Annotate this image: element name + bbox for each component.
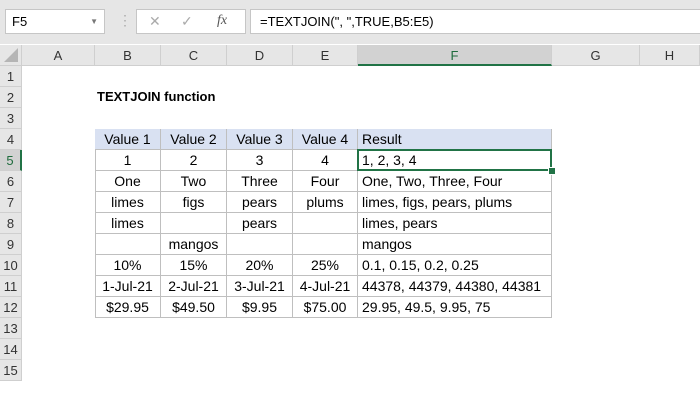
table-cell[interactable]: 2-Jul-21 [161, 276, 227, 297]
row-header-15[interactable]: 15 [0, 360, 22, 381]
table-cell[interactable]: $75.00 [293, 297, 358, 318]
table-cell[interactable]: 15% [161, 255, 227, 276]
table-cell[interactable]: 4-Jul-21 [293, 276, 358, 297]
table-header-cell[interactable]: Value 4 [293, 129, 358, 150]
formula-input[interactable]: =TEXTJOIN(", ",TRUE,B5:E5) [250, 9, 700, 34]
table-cell[interactable]: 2 [161, 150, 227, 171]
column-header-G[interactable]: G [552, 45, 640, 66]
row-header-5[interactable]: 5 [0, 150, 22, 171]
column-header-A[interactable]: A [22, 45, 95, 66]
row-header-2[interactable]: 2 [0, 87, 22, 108]
fill-handle[interactable] [548, 167, 556, 175]
table-header-cell[interactable]: Value 3 [227, 129, 293, 150]
table-cell[interactable]: pears [227, 213, 293, 234]
select-all-button[interactable] [0, 45, 22, 66]
formula-bar-area: F5 ▼ ⋮ ✕ ✓ fx =TEXTJOIN(", ",TRUE,B5:E5) [0, 0, 700, 44]
table-cell[interactable]: 1 [95, 150, 161, 171]
table-cell[interactable]: 3 [227, 150, 293, 171]
table-cell[interactable]: 20% [227, 255, 293, 276]
table-cell[interactable]: Three [227, 171, 293, 192]
result-cell[interactable]: 0.1, 0.15, 0.2, 0.25 [358, 255, 552, 276]
table-cell[interactable]: 3-Jul-21 [227, 276, 293, 297]
row-header-10[interactable]: 10 [0, 255, 22, 276]
table-cell[interactable] [95, 234, 161, 255]
result-cell[interactable]: limes, figs, pears, plums [358, 192, 552, 213]
select-all-icon [4, 48, 18, 62]
row-header-12[interactable]: 12 [0, 297, 22, 318]
result-cell[interactable]: mangos [358, 234, 552, 255]
chevron-down-icon[interactable]: ▼ [90, 10, 98, 33]
row-header-7[interactable]: 7 [0, 192, 22, 213]
column-header-E[interactable]: E [293, 45, 358, 66]
fx-icon[interactable]: fx [217, 13, 227, 29]
table-cell[interactable]: limes [95, 213, 161, 234]
enter-icon[interactable]: ✓ [181, 13, 193, 30]
drag-handle-icon[interactable]: ⋮ [118, 12, 132, 29]
table-cell[interactable]: Four [293, 171, 358, 192]
row-header-1[interactable]: 1 [0, 66, 22, 87]
result-cell[interactable]: One, Two, Three, Four [358, 171, 552, 192]
table-cell[interactable]: 1-Jul-21 [95, 276, 161, 297]
row-header-3[interactable]: 3 [0, 108, 22, 129]
cancel-icon[interactable]: ✕ [149, 13, 161, 30]
formula-buttons: ✕ ✓ fx [136, 9, 246, 34]
table-cell[interactable]: limes [95, 192, 161, 213]
column-header-B[interactable]: B [95, 45, 161, 66]
table-header-cell[interactable]: Result [358, 129, 552, 150]
table-cell[interactable]: pears [227, 192, 293, 213]
table-cell[interactable]: mangos [161, 234, 227, 255]
row-header-6[interactable]: 6 [0, 171, 22, 192]
table-cell[interactable] [293, 234, 358, 255]
table-cell[interactable]: One [95, 171, 161, 192]
table-cell[interactable]: 4 [293, 150, 358, 171]
table-cell[interactable]: $29.95 [95, 297, 161, 318]
table-cell[interactable]: 10% [95, 255, 161, 276]
row-header-4[interactable]: 4 [0, 129, 22, 150]
table-cell[interactable]: figs [161, 192, 227, 213]
table-cell[interactable]: $9.95 [227, 297, 293, 318]
table-cell[interactable] [227, 234, 293, 255]
column-header-C[interactable]: C [161, 45, 227, 66]
row-header-13[interactable]: 13 [0, 318, 22, 339]
row-header-9[interactable]: 9 [0, 234, 22, 255]
column-header-F[interactable]: F [358, 45, 552, 66]
sheet-title: TEXTJOIN function [97, 89, 216, 104]
table-header-cell[interactable]: Value 2 [161, 129, 227, 150]
table-cell[interactable] [161, 213, 227, 234]
row-header-11[interactable]: 11 [0, 276, 22, 297]
table-cell[interactable]: plums [293, 192, 358, 213]
active-cell-border [357, 149, 552, 171]
table-cell[interactable]: $49.50 [161, 297, 227, 318]
name-box[interactable]: F5 ▼ [5, 9, 105, 34]
row-header-14[interactable]: 14 [0, 339, 22, 360]
result-cell[interactable]: limes, pears [358, 213, 552, 234]
table-header-cell[interactable]: Value 1 [95, 129, 161, 150]
column-header-D[interactable]: D [227, 45, 293, 66]
name-box-value: F5 [12, 14, 28, 29]
row-header-8[interactable]: 8 [0, 213, 22, 234]
column-header-H[interactable]: H [640, 45, 700, 66]
result-cell[interactable]: 29.95, 49.5, 9.95, 75 [358, 297, 552, 318]
table-cell[interactable]: 25% [293, 255, 358, 276]
result-cell[interactable]: 44378, 44379, 44380, 44381 [358, 276, 552, 297]
table-cell[interactable]: Two [161, 171, 227, 192]
table-cell[interactable] [293, 213, 358, 234]
